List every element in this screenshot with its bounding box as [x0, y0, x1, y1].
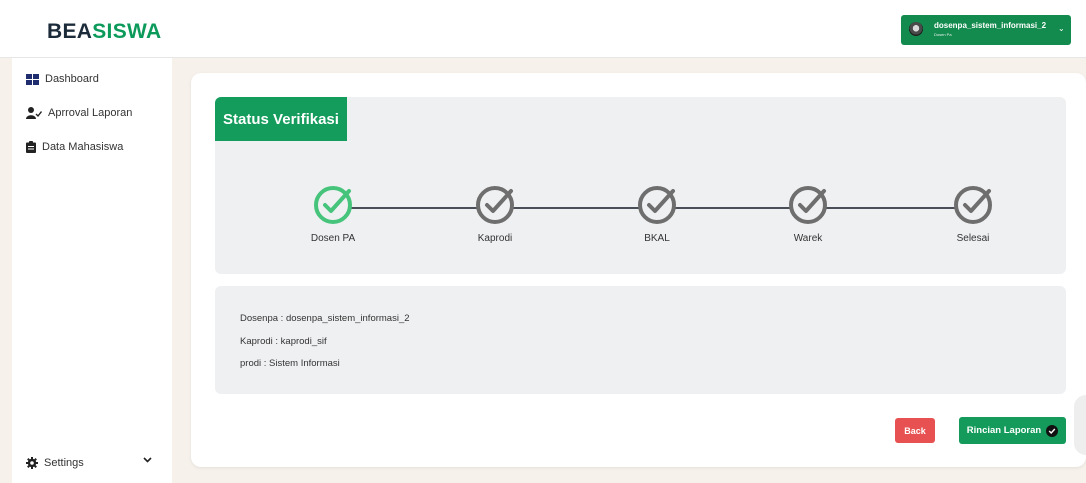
step-label: Selesai [956, 233, 990, 244]
step-kaprodi: Kaprodi [455, 185, 535, 244]
step-label: Dosen PA [310, 233, 356, 244]
sidebar-item-label: Data Mahasiswa [42, 141, 124, 153]
step-warek: Warek [768, 185, 848, 244]
check-circle-icon [1046, 424, 1059, 437]
sidebar-item-label: Dashboard [45, 73, 99, 85]
sidebar-item-settings[interactable]: Settings [26, 455, 158, 471]
check-circle-icon [638, 186, 676, 224]
status-title: Status Verifikasi [215, 97, 347, 141]
info-prodi: prodi : Sistem Informasi [240, 358, 340, 369]
step-label: Warek [793, 233, 823, 244]
step-label: BKAL [644, 233, 670, 244]
user-menu-button[interactable]: dosenpa_sistem_informasi_2 Dosen Pa ⌄ [901, 15, 1071, 45]
sidebar-item-data-mahasiswa[interactable]: Data Mahasiswa [26, 139, 123, 155]
step-label: Kaprodi [477, 233, 513, 244]
check-circle-icon [789, 186, 827, 224]
avatar [909, 22, 923, 36]
sidebar-item-dashboard[interactable]: Dashboard [26, 71, 99, 87]
user-name: dosenpa_sistem_informasi_2 [934, 21, 1047, 30]
scroll-handle[interactable] [1074, 395, 1086, 455]
check-circle-icon [314, 186, 352, 224]
info-dosenpa: Dosenpa : dosenpa_sistem_informasi_2 [240, 313, 410, 324]
info-kaprodi: Kaprodi : kaprodi_sif [240, 336, 327, 347]
dashboard-grid-icon [26, 73, 39, 85]
step-dosen-pa: Dosen PA [293, 185, 373, 244]
sidebar-item-approval-laporan[interactable]: Aprroval Laporan [26, 105, 132, 121]
info-panel: Dosenpa : dosenpa_sistem_informasi_2 Kap… [215, 286, 1066, 394]
clipboard-icon [26, 141, 36, 153]
chevron-down-icon: ⌄ [1058, 24, 1065, 33]
step-selesai: Selesai [933, 185, 1013, 244]
app-logo[interactable]: BEASISWA [47, 20, 161, 44]
sidebar: Dashboard Aprroval Laporan Data Mahasisw… [12, 58, 172, 483]
status-panel: Status Verifikasi Dosen PA Kaprodi BKAL [215, 97, 1066, 274]
top-header: BEASISWA dosenpa_sistem_informasi_2 Dose… [0, 0, 1086, 58]
main-card: Status Verifikasi Dosen PA Kaprodi BKAL [191, 73, 1086, 467]
check-circle-icon [476, 186, 514, 224]
user-check-icon [26, 107, 42, 119]
back-button[interactable]: Back [895, 418, 935, 443]
sidebar-item-label: Aprroval Laporan [48, 107, 133, 119]
logo-text-siswa: SISWA [92, 20, 162, 43]
settings-label: Settings [44, 457, 84, 469]
step-bkal: BKAL [617, 185, 697, 244]
rincian-laporan-button[interactable]: Rincian Laporan [959, 417, 1066, 444]
chevron-down-icon[interactable] [143, 457, 152, 463]
gear-icon [26, 457, 38, 469]
rincian-label: Rincian Laporan [966, 425, 1042, 436]
check-circle-icon [954, 186, 992, 224]
logo-text-bea: BEA [47, 20, 93, 43]
user-role: Dosen Pa [934, 32, 952, 37]
